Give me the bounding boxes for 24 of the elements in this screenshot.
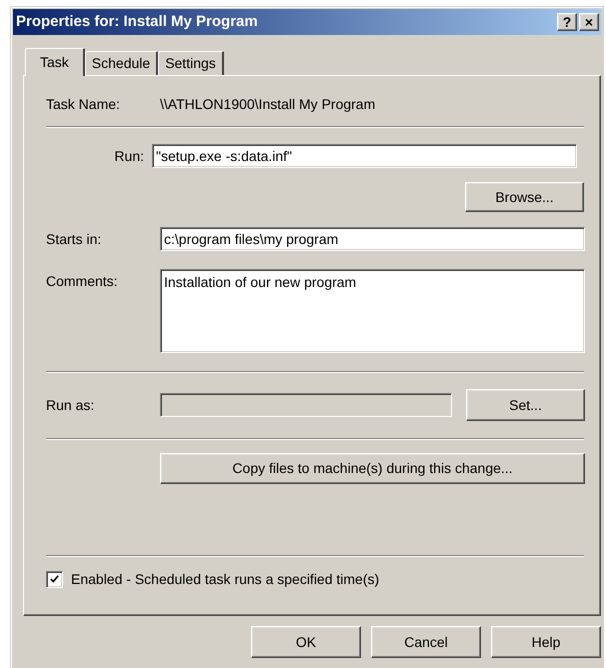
tab[interactable]: Schedule	[84, 51, 158, 75]
comments-label: Comments:	[46, 272, 119, 291]
window-title: Properties for: Install My Program	[16, 12, 258, 32]
tab[interactable]: Settings	[158, 51, 224, 75]
comments-field[interactable]: Installation of our new program	[160, 269, 585, 353]
run-as-label: Run as:	[46, 396, 96, 414]
enabled-label: Enabled - Scheduled task runs a specified time(s)	[71, 570, 380, 589]
help-title-button[interactable]: ?	[557, 13, 577, 31]
enabled-checkbox[interactable]	[46, 571, 63, 588]
set-button[interactable]: Set...	[466, 389, 585, 421]
task-name-value: \\ATHLON1900\Install My Program	[160, 94, 376, 114]
dialog-button[interactable]: OK	[251, 626, 361, 658]
dialog-button[interactable]: Help	[491, 626, 601, 658]
copy-files-button[interactable]: Copy files to machine(s) during this change...	[160, 453, 585, 484]
starts-in-label: Starts in:	[46, 230, 102, 248]
checkmark-icon	[50, 574, 59, 585]
dialog-button[interactable]: Cancel	[371, 626, 481, 658]
tab[interactable]: Task	[25, 48, 85, 76]
run-field[interactable]: "setup.exe -s:data.inf"	[152, 144, 577, 168]
task-name-label: Task Name:	[46, 94, 121, 114]
starts-in-field[interactable]: c:\program files\my program	[160, 227, 585, 251]
browse-button[interactable]: Browse...	[465, 182, 584, 212]
close-button[interactable]: ×	[579, 13, 599, 31]
run-label: Run:	[113, 146, 145, 166]
